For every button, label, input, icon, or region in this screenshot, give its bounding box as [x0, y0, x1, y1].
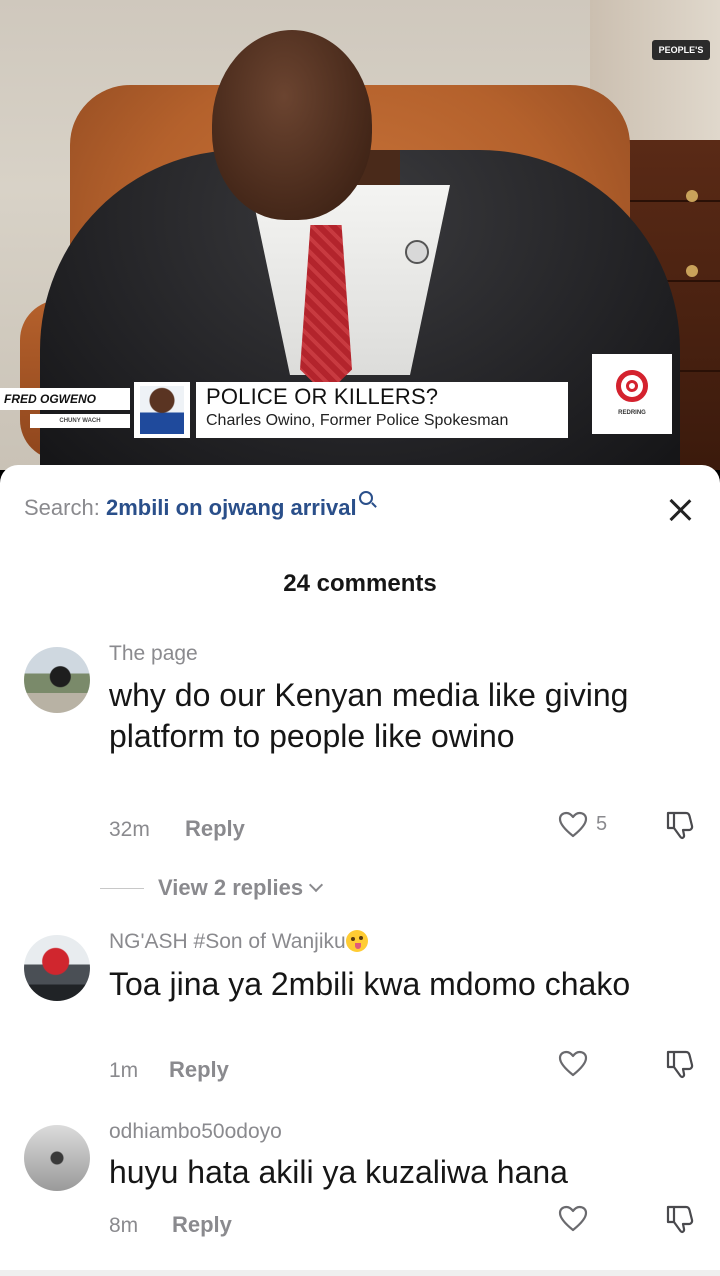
- avatar[interactable]: [24, 1125, 90, 1191]
- brand-logo: REDRING: [592, 354, 672, 434]
- dislike-icon[interactable]: [664, 1048, 696, 1080]
- search-query[interactable]: 2mbili on ojwang arrival: [106, 495, 357, 520]
- anchor-subtitle: CHUNY WACH: [30, 414, 130, 428]
- avatar[interactable]: [24, 647, 90, 713]
- view-replies-button[interactable]: View 2 replies: [100, 873, 324, 903]
- reply-button[interactable]: Reply: [185, 816, 245, 842]
- comment-time: 1m: [109, 1059, 139, 1082]
- view-replies-label: View 2 replies: [158, 875, 304, 900]
- heart-icon[interactable]: [558, 810, 588, 840]
- heart-icon[interactable]: [558, 1204, 588, 1234]
- headline: POLICE OR KILLERS?: [206, 384, 439, 409]
- search-icon: [358, 491, 373, 505]
- avatar[interactable]: [24, 935, 90, 1001]
- reply-button[interactable]: Reply: [169, 1057, 229, 1083]
- comment-username[interactable]: odhiambo50odoyo: [109, 1120, 282, 1144]
- search-suggestion[interactable]: Search: 2mbili on ojwang arrival: [24, 491, 373, 521]
- search-label: Search:: [24, 495, 100, 520]
- lapel-pin: [405, 240, 429, 264]
- headline-box: POLICE OR KILLERS? Charles Owino, Former…: [196, 382, 568, 438]
- comment-count: 24 comments: [283, 570, 437, 597]
- headline-caption: Charles Owino, Former Police Spokesman: [206, 412, 509, 429]
- dislike-icon[interactable]: [664, 809, 696, 841]
- close-icon[interactable]: [668, 498, 692, 522]
- dislike-icon[interactable]: [664, 1203, 696, 1235]
- reply-button[interactable]: Reply: [172, 1212, 232, 1238]
- video-player[interactable]: PEOPLE'S FRED OGWENO CHUNY WACH POLICE O…: [0, 0, 720, 470]
- chevron-down-icon: [309, 877, 324, 893]
- speaker-head: [212, 30, 372, 220]
- channel-logo: PEOPLE'S: [652, 40, 710, 60]
- anchor-name: FRED OGWENO: [0, 388, 130, 410]
- comment-time: 32m: [109, 818, 150, 841]
- comment-text: why do our Kenyan media like giving plat…: [109, 677, 629, 754]
- heart-icon[interactable]: [558, 1049, 588, 1079]
- comment-username[interactable]: The page: [109, 642, 198, 666]
- emoji-icon: [345, 930, 368, 952]
- comment-text: Toa jina ya 2mbili kwa mdomo chako: [109, 966, 631, 1002]
- lower-third: FRED OGWENO CHUNY WACH POLICE OR KILLERS…: [0, 354, 720, 440]
- comments-sheet: Search: 2mbili on ojwang arrival 24 comm…: [0, 465, 720, 1276]
- comment-time: 8m: [109, 1214, 139, 1237]
- guest-photo: [134, 382, 190, 438]
- comment-text: huyu hata akili ya kuzaliwa hana: [109, 1154, 568, 1190]
- bottom-edge: [0, 1270, 720, 1276]
- comment-username[interactable]: NG'ASH #Son of Wanjiku: [109, 930, 368, 954]
- like-count: 5: [596, 813, 608, 835]
